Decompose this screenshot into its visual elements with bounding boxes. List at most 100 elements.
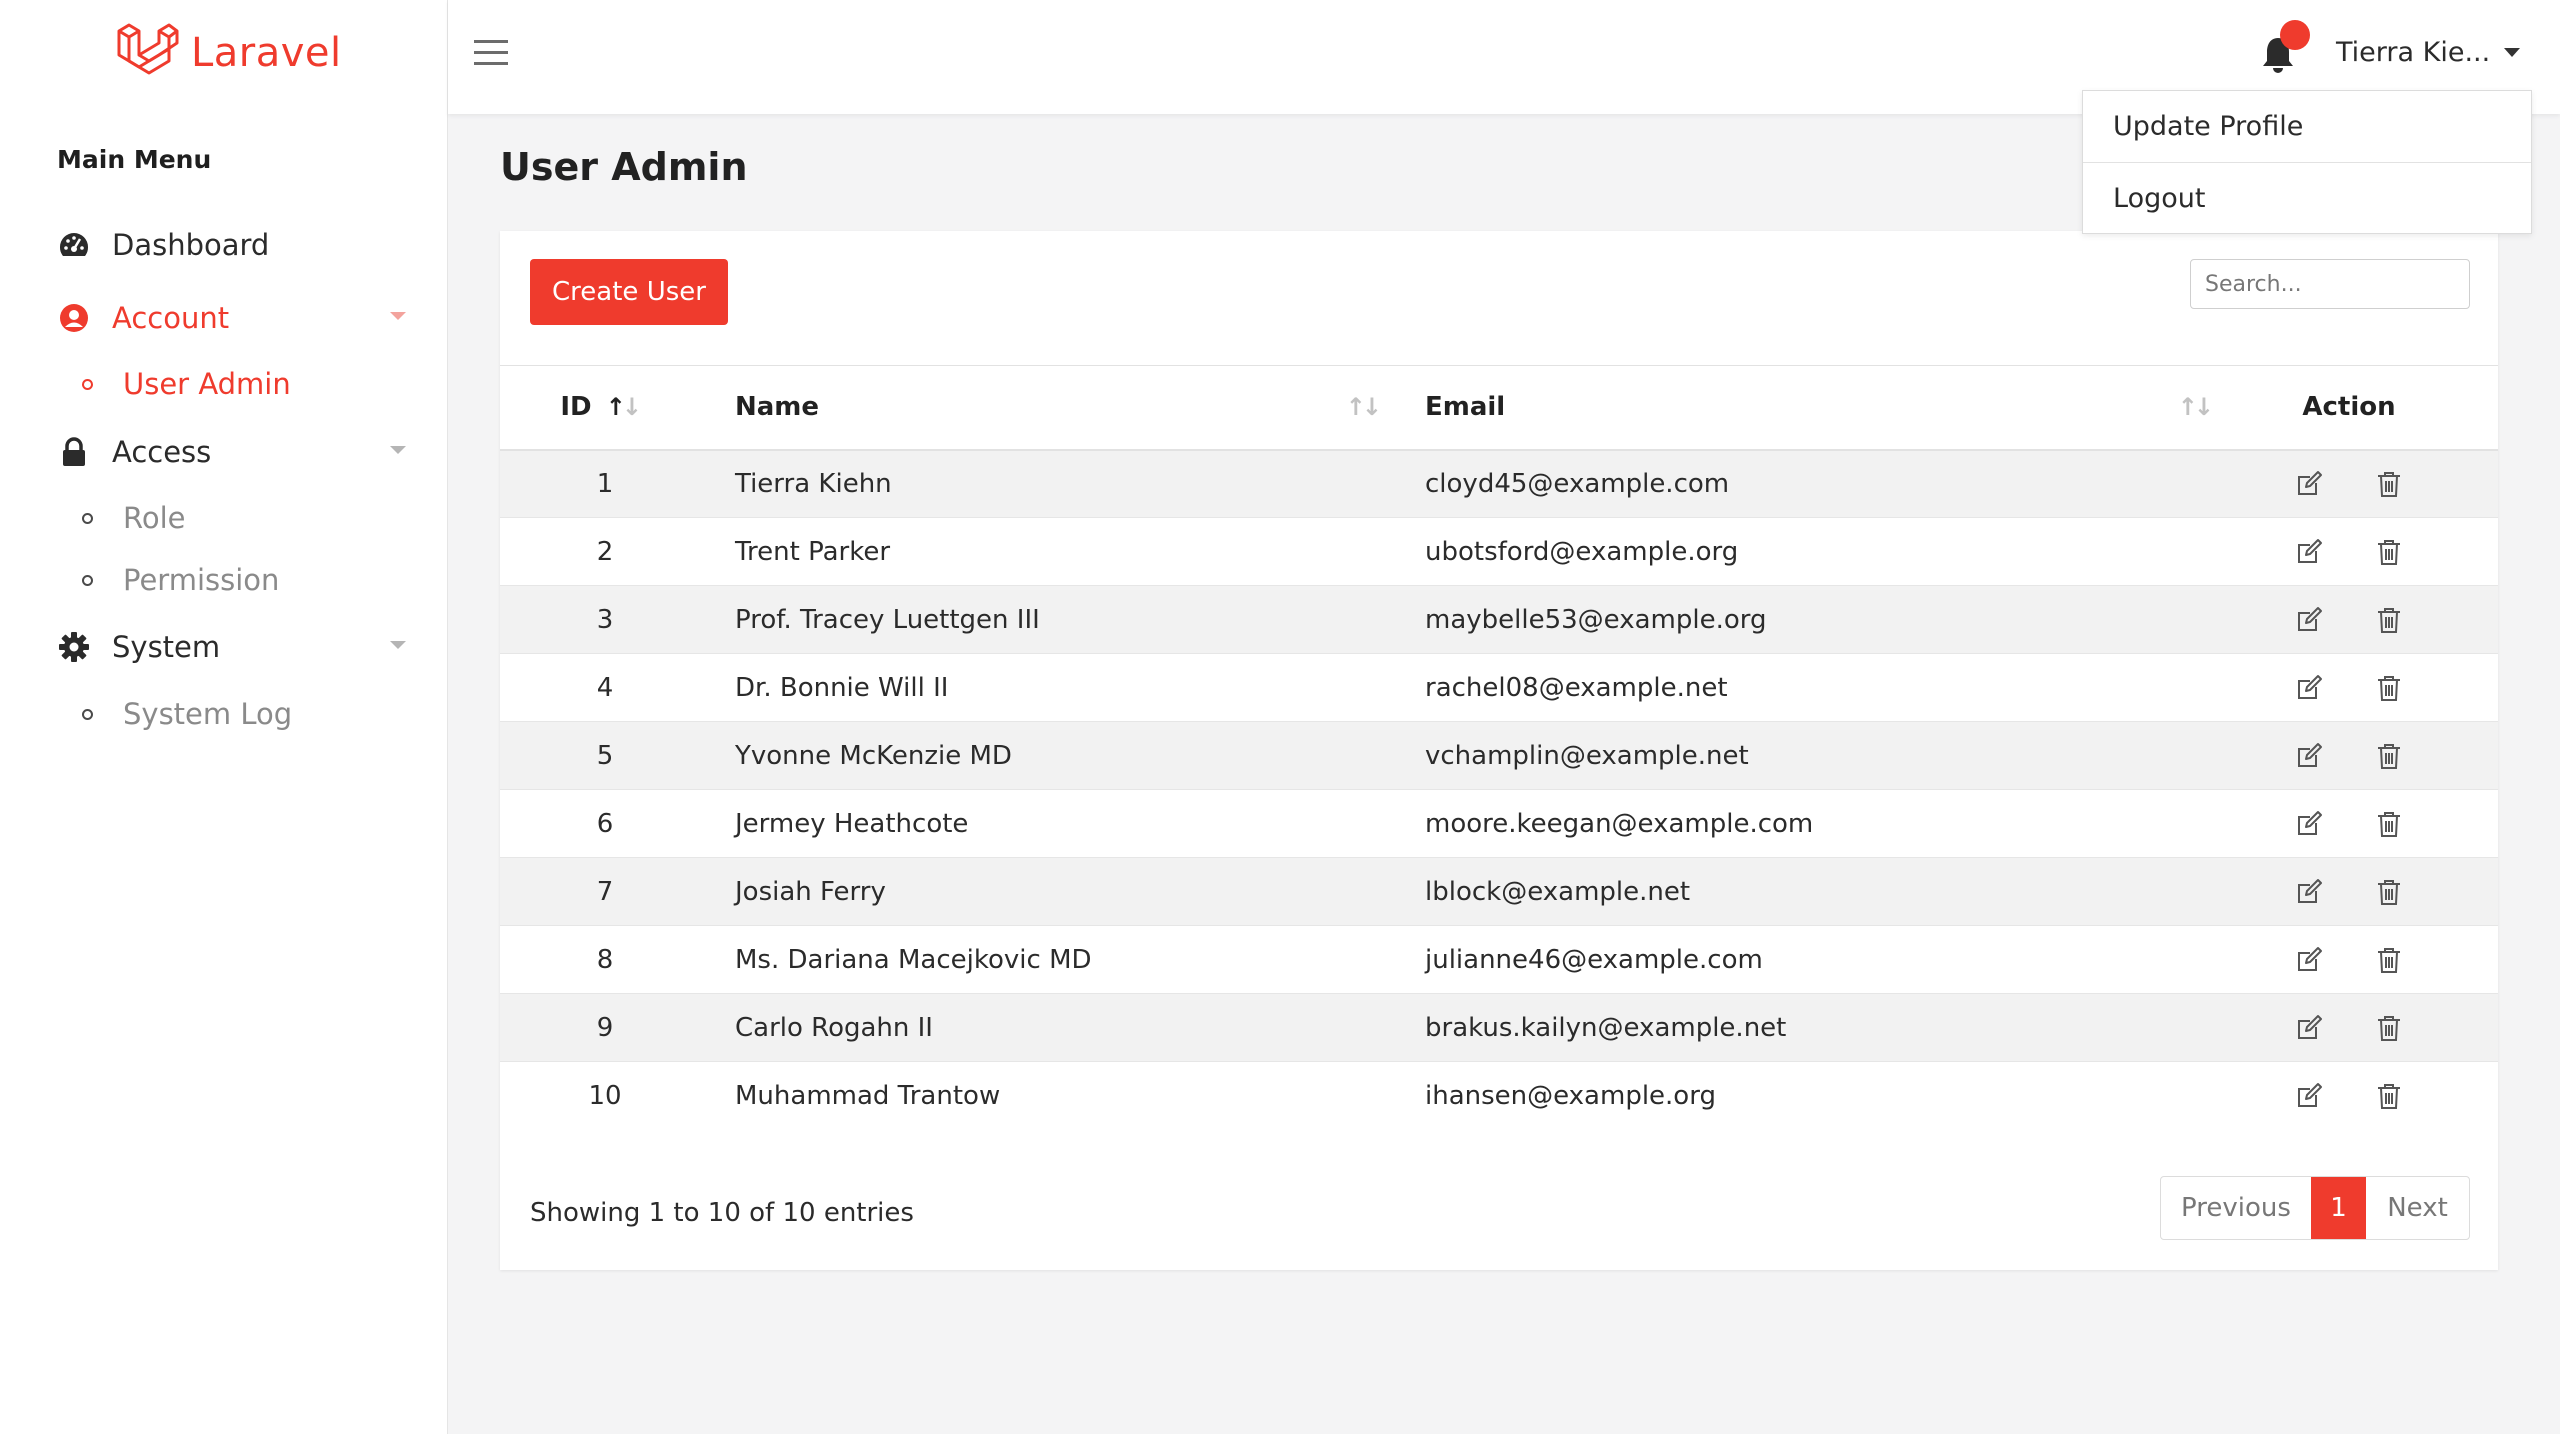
edit-icon[interactable] [2292,1011,2326,1045]
edit-icon[interactable] [2292,875,2326,909]
pagination-page-current[interactable]: 1 [2311,1177,2366,1239]
trash-icon[interactable] [2372,1011,2406,1045]
edit-icon[interactable] [2292,603,2326,637]
trash-icon[interactable] [2372,807,2406,841]
cell-name: Muhammad Trantow [735,1080,1001,1111]
cell-action [2200,518,2498,586]
table-row: 10 Muhammad Trantow ihansen@example.org [500,1061,2498,1130]
circle-bullet-icon [82,378,93,390]
sidebar-item-label: Access [112,435,212,469]
sidebar-item-label: System [112,630,221,664]
user-menu-toggle[interactable]: Tierra Kie... [2336,30,2521,74]
table-row: 8 Ms. Dariana Macejkovic MD julianne46@exa… [500,926,2498,994]
cell-name: Jermey Heathcote [735,808,969,839]
cell-name: Trent Parker [735,536,891,567]
chevron-down-icon [390,446,406,454]
hamburger-menu-icon[interactable] [474,40,508,66]
cell-email: moore.keegan@example.com [1425,808,1814,839]
sidebar-item-permission[interactable]: Permission [82,558,279,602]
page-title: User Admin [500,145,748,189]
table-row: 6 Jermey Heathcote moore.keegan@example.co… [500,790,2498,858]
cell-id: 1 [596,468,614,499]
edit-icon[interactable] [2292,943,2326,977]
table-row: 4 Dr. Bonnie Will II rachel08@example.net [500,654,2498,722]
cell-id: 10 [588,1080,622,1111]
trash-icon[interactable] [2372,603,2406,637]
column-header-id[interactable]: ID ↑↓ [500,366,710,450]
circle-bullet-icon [82,574,93,586]
trash-icon[interactable] [2372,671,2406,705]
pagination: Previous 1 Next [2160,1176,2470,1240]
sidebar: Laravel Main Menu Dashboard Account User… [0,0,448,1434]
table-info: Showing 1 to 10 of 10 entries [530,1198,914,1228]
sidebar-item-dashboard[interactable]: Dashboard [56,221,406,269]
user-circle-icon [56,300,92,336]
cell-id: 3 [596,604,614,635]
cell-email: rachel08@example.net [1425,672,1728,703]
cell-id: 2 [596,536,614,567]
cell-email: ihansen@example.org [1425,1080,1716,1111]
logout-menu-item[interactable]: Logout [2083,162,2531,233]
chevron-down-icon [390,312,406,320]
column-header-label: ID [560,392,592,423]
sidebar-item-access[interactable]: Access [56,428,406,476]
column-header-name[interactable]: Name ↑↓ [710,366,1400,450]
cell-id: 4 [596,672,614,703]
sidebar-item-label: User Admin [123,367,291,401]
cell-name: Dr. Bonnie Will II [735,672,949,703]
edit-icon[interactable] [2292,1079,2326,1113]
column-header-label: Email [1425,392,1506,423]
chevron-down-icon [390,641,406,649]
trash-icon[interactable] [2372,535,2406,569]
cell-name: Prof. Tracey Luettgen III [735,604,1040,635]
trash-icon[interactable] [2372,1079,2406,1113]
edit-icon[interactable] [2292,467,2326,501]
cell-id: 7 [596,876,614,907]
cell-action [2200,722,2498,790]
sidebar-item-label: Role [123,501,186,535]
brand-name: Laravel [191,30,342,76]
trash-icon[interactable] [2372,943,2406,977]
table-row: 1 Tierra Kiehn cloyd45@example.com [500,449,2498,518]
edit-icon[interactable] [2292,739,2326,773]
pagination-previous[interactable]: Previous [2161,1177,2311,1239]
cell-email: maybelle53@example.org [1425,604,1767,635]
brand-logo[interactable]: Laravel [115,18,342,88]
user-dropdown-menu: Update Profile Logout [2082,90,2532,234]
trash-icon[interactable] [2372,875,2406,909]
column-header-label: Action [2302,392,2396,423]
edit-icon[interactable] [2292,535,2326,569]
user-name: Tierra Kie... [2336,36,2491,68]
column-header-email[interactable]: Email ↑↓ [1400,366,2214,450]
cell-action [2200,858,2498,926]
sidebar-item-user-admin[interactable]: User Admin [82,362,291,406]
table-row: 7 Josiah Ferry lblock@example.net [500,857,2498,926]
create-user-button[interactable]: Create User [530,259,728,325]
search-input[interactable] [2190,259,2470,309]
sidebar-item-label: Permission [123,563,280,597]
pagination-next[interactable]: Next [2366,1177,2469,1239]
circle-bullet-icon [82,708,93,720]
table-row: 2 Trent Parker ubotsford@example.org [500,518,2498,586]
table-header-row: ID ↑↓ Name ↑↓ Email ↑↓ Action [500,365,2498,450]
cell-action [2200,1062,2498,1130]
cell-email: cloyd45@example.com [1425,468,1730,499]
dashboard-icon [56,227,92,263]
cell-action [2200,654,2498,722]
trash-icon[interactable] [2372,739,2406,773]
cell-action [2200,450,2498,518]
table-row: 9 Carlo Rogahn II brakus.kailyn@example.ne… [500,993,2498,1062]
update-profile-menu-item[interactable]: Update Profile [2083,91,2531,162]
main-menu-title: Main Menu [57,145,212,174]
cell-name: Ms. Dariana Macejkovic MD [735,944,1092,975]
cell-id: 9 [596,1012,614,1043]
sidebar-item-role[interactable]: Role [82,496,186,540]
sidebar-item-system[interactable]: System [56,623,406,671]
edit-icon[interactable] [2292,671,2326,705]
sidebar-item-account[interactable]: Account [56,294,406,342]
trash-icon[interactable] [2372,467,2406,501]
cell-name: Carlo Rogahn II [735,1012,933,1043]
cell-email: brakus.kailyn@example.net [1425,1012,1787,1043]
sidebar-item-system-log[interactable]: System Log [82,692,292,736]
edit-icon[interactable] [2292,807,2326,841]
